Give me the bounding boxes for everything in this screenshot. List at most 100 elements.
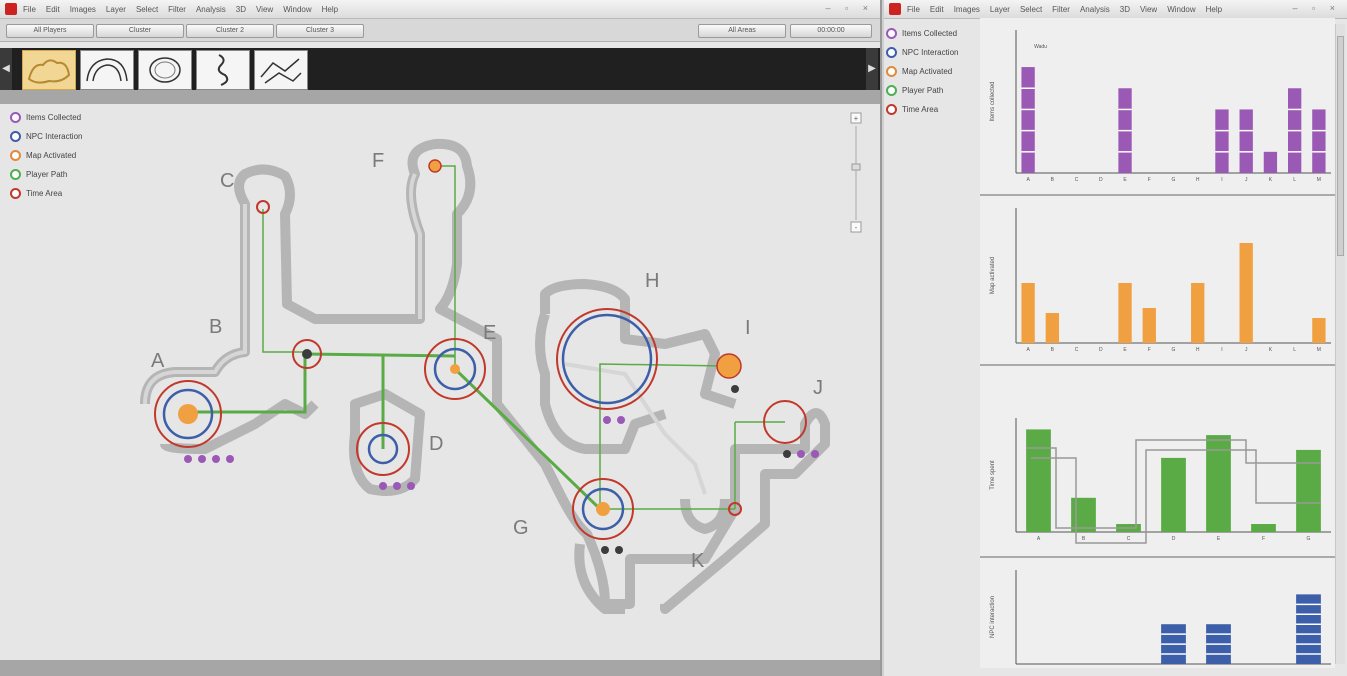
scroll-left-icon[interactable]: ◀ [0,48,12,90]
legend-marker-icon [10,169,21,180]
menu-item[interactable]: File [23,5,36,14]
chart-bar[interactable] [1312,318,1326,343]
legend-item[interactable]: NPC Interaction [884,43,978,62]
menu-item[interactable]: Images [70,5,96,14]
items-collected-chart: Items collected A B C D E F G H I J K L M Wadu [990,30,1331,183]
location-H[interactable] [556,308,658,410]
menu-item[interactable]: View [256,5,273,14]
x-tick-label: D [1099,347,1103,353]
legend-marker-icon [886,47,897,58]
legend-item[interactable]: Time Area [884,100,978,119]
chart-bar[interactable] [1161,457,1186,532]
x-tick-label: C [1127,536,1131,542]
chart-bar[interactable] [1312,109,1326,173]
menu-item[interactable]: Layer [990,5,1010,14]
location-G[interactable] [572,478,634,540]
legend-item[interactable]: Time Area [8,184,82,203]
npc-chart-panel: NPC interactionABCDEFG [980,558,1335,674]
chart-bar[interactable] [1296,449,1321,532]
level-map[interactable]: A B C D E F G H I J K [105,104,875,660]
chart-bar[interactable] [1142,308,1156,343]
legend-item[interactable]: Player Path [884,81,978,100]
menu-item[interactable]: Select [1020,5,1042,14]
menu-item[interactable]: Window [283,5,311,14]
x-tick-label: B [1082,536,1086,542]
x-tick-label: J [1245,177,1248,183]
legend-label: Items Collected [26,113,82,122]
legend-item[interactable]: Items Collected [8,108,82,127]
scrollbar-thumb[interactable] [1337,36,1344,256]
menu-item[interactable]: Layer [106,5,126,14]
menu-item[interactable]: 3D [1120,5,1130,14]
map-thumbnail[interactable] [196,50,250,90]
menu-list: File Edit Images Layer Select Filter Analysis 3… [23,5,338,14]
all-players-button[interactable]: All Players [6,24,94,38]
map-thumbnail[interactable] [80,50,134,90]
menu-item[interactable]: Analysis [1080,5,1110,14]
menu-item[interactable]: Window [1167,5,1195,14]
map-thumbnail[interactable] [254,50,308,90]
main-window: File Edit Images Layer Select Filter Analysis 3… [0,0,882,676]
legend-marker-icon [10,112,21,123]
time-button[interactable]: 00:00:00 [790,24,872,38]
chart-bar[interactable] [1021,67,1035,173]
menu-item[interactable]: Select [136,5,158,14]
legend-item[interactable]: Map Activated [884,62,978,81]
chart-bar[interactable] [1045,313,1060,343]
map-label-c: C [220,170,234,192]
menu-item[interactable]: Help [322,5,338,14]
chart-bar[interactable] [1026,429,1051,532]
legend-item[interactable]: Items Collected [884,24,978,43]
chart-bar[interactable] [1239,243,1253,343]
time-spent-chart-panel: Time spent A B C D E F G [980,366,1335,558]
window-controls[interactable]: – ▫ × [826,3,874,13]
map-thumbnail[interactable] [138,50,192,90]
legend-item[interactable]: NPC Interaction [8,127,82,146]
chart-bar[interactable] [1191,283,1205,343]
chart-bar[interactable] [1071,497,1096,532]
chart-bar[interactable] [1215,109,1229,173]
x-tick-label: G [1307,536,1311,542]
x-tick-label: G [1172,347,1176,353]
cluster-2-button[interactable]: Cluster 2 [186,24,274,38]
location-F[interactable] [428,159,442,173]
menu-item[interactable]: Help [1206,5,1222,14]
location-E[interactable] [424,338,486,400]
window-controls[interactable]: – ▫ × [1293,3,1341,13]
menu-item[interactable]: Images [954,5,980,14]
cluster-3-button[interactable]: Cluster 3 [276,24,364,38]
event-legend: Items Collected NPC Interaction Map Activa… [8,108,82,203]
chart-bar[interactable] [1118,283,1132,343]
menu-item[interactable]: Analysis [196,5,226,14]
menu-item[interactable]: File [907,5,920,14]
legend-label: Player Path [26,170,68,179]
vertical-scrollbar[interactable] [1335,24,1345,664]
chart-bar[interactable] [1263,151,1278,173]
map-thumbnail[interactable] [22,50,76,90]
chart-bar[interactable] [1251,524,1276,532]
menu-item[interactable]: Filter [168,5,186,14]
menu-item[interactable]: Edit [930,5,944,14]
menu-item[interactable]: 3D [236,5,246,14]
y-axis-label: Time spent [990,460,996,490]
all-areas-button[interactable]: All Areas [698,24,786,38]
x-tick-label: D [1099,177,1103,183]
event-legend-right: Items Collected NPC Interaction Map Activa… [884,24,978,119]
menu-item[interactable]: View [1140,5,1157,14]
items-chart-panel: Items collected A B C D E F G H I J K L M Wadu [980,18,1335,196]
x-tick-label: M [1317,177,1321,183]
chart-bar[interactable] [1239,109,1253,173]
legend-item[interactable]: Map Activated [8,146,82,165]
location-A[interactable] [154,380,222,448]
cluster-button[interactable]: Cluster [96,24,184,38]
location-I[interactable] [716,353,742,379]
x-tick-label: H [1196,177,1200,183]
scroll-right-icon[interactable]: ▶ [866,48,878,90]
legend-item[interactable]: Player Path [8,165,82,184]
menu-bar: File Edit Images Layer Select Filter Analysis 3… [0,0,880,19]
menu-item[interactable]: Filter [1052,5,1070,14]
chart-bar[interactable] [1021,283,1035,343]
x-tick-label: K [1269,177,1273,183]
menu-item[interactable]: Edit [46,5,60,14]
y-axis-label: Map activated [990,257,996,294]
